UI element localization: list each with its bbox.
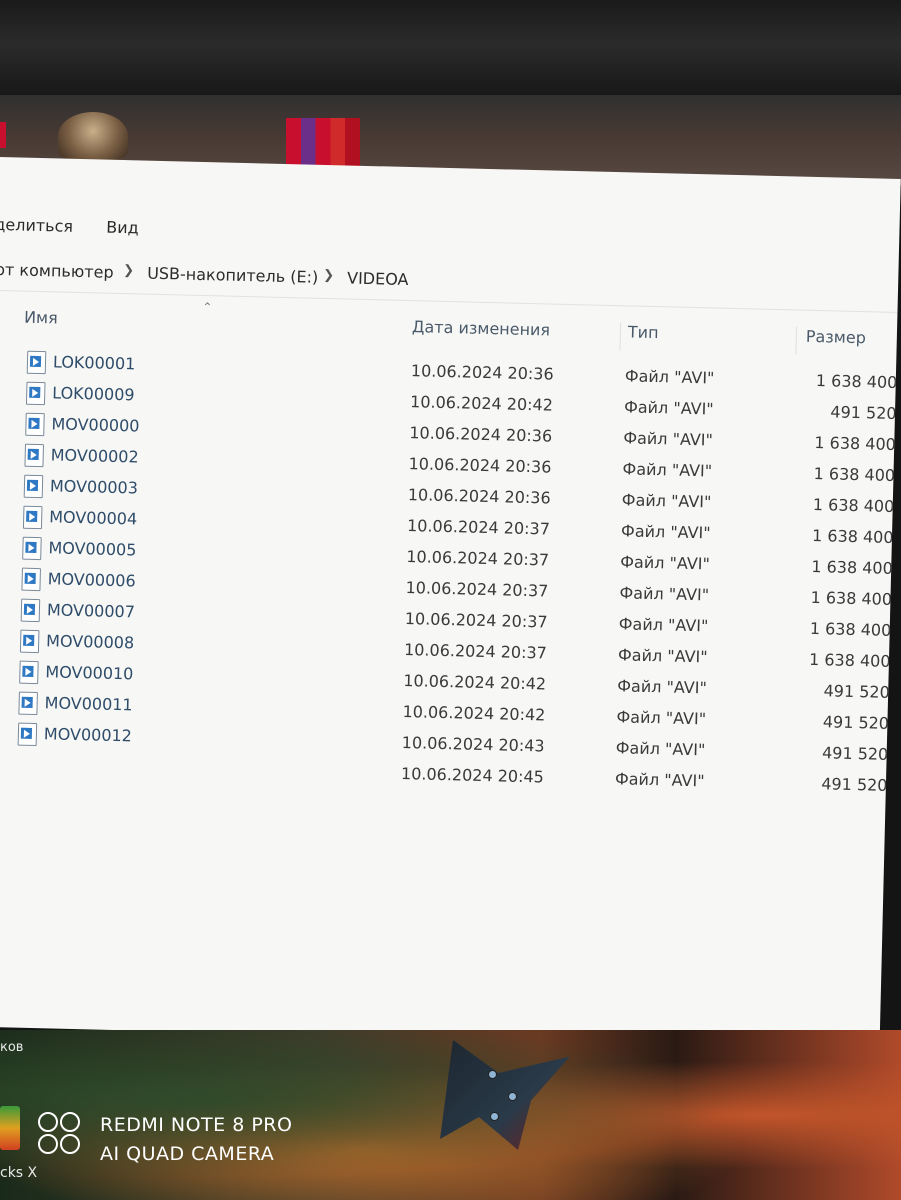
file-type: Файл "AVI" — [623, 397, 714, 419]
chevron-right-icon[interactable]: ❯ — [123, 263, 134, 278]
file-size: 1 638 400 КБ — [813, 463, 900, 486]
file-type: Файл "AVI" — [622, 459, 713, 481]
address-bar[interactable]: от компьютер ❯ USB-накопитель (E:) ❯ VID… — [0, 260, 899, 313]
column-header-date[interactable]: Дата изменения — [412, 317, 551, 339]
file-type: Файл "AVI" — [618, 614, 709, 636]
file-date: 10.06.2024 20:43 — [401, 732, 545, 756]
file-type: Файл "AVI" — [617, 645, 708, 667]
file-size: 491 520 КБ — [821, 774, 901, 796]
file-name: MOV00010 — [45, 662, 134, 684]
avi-video-file-icon — [25, 412, 45, 437]
file-name: MOV00006 — [47, 569, 136, 591]
file-type: Файл "AVI" — [624, 366, 715, 388]
desktop-label: ков — [0, 1040, 24, 1055]
avi-video-file-icon — [18, 691, 38, 716]
file-size: 1 638 400 КБ — [811, 556, 901, 579]
avi-video-file-icon — [24, 443, 44, 468]
column-divider[interactable] — [619, 322, 622, 351]
file-type: Файл "AVI" — [621, 490, 712, 512]
file-size: 1 638 400 КБ — [808, 649, 901, 672]
column-header-size[interactable]: Размер — [806, 327, 866, 347]
avi-video-file-icon — [20, 598, 41, 623]
file-size: 491 520 КБ — [821, 743, 901, 765]
avi-video-file-icon — [17, 722, 38, 747]
file-date: 10.06.2024 20:45 — [400, 763, 545, 787]
monitor-bezel — [0, 0, 901, 110]
watermark-model: REDMI NOTE 8 PRO — [100, 1114, 293, 1136]
file-date: 10.06.2024 20:42 — [409, 392, 554, 415]
file-type: Файл "AVI" — [619, 583, 710, 605]
app-shortcut-label[interactable]: cks X — [0, 1165, 37, 1181]
file-date: 10.06.2024 20:37 — [403, 640, 548, 663]
wall-emblem — [58, 112, 128, 160]
flag-decoration — [286, 118, 360, 170]
avi-video-file-icon — [22, 505, 43, 530]
file-size: 491 520 КБ — [823, 681, 901, 703]
watermark-camera: AI QUAD CAMERA — [100, 1143, 275, 1165]
avi-video-file-icon — [26, 350, 47, 375]
file-type: Файл "AVI" — [620, 521, 711, 543]
file-date: 10.06.2024 20:37 — [406, 516, 551, 539]
file-explorer-window: делиться Вид от компьютер ❯ USB-накопите… — [0, 157, 901, 1049]
file-type: Файл "AVI" — [616, 707, 707, 729]
file-name: MOV00011 — [44, 693, 133, 715]
file-size: 491 520 КБ — [822, 712, 901, 734]
breadcrumb-computer[interactable]: от компьютер — [0, 260, 114, 282]
file-type: Файл "AVI" — [623, 428, 714, 450]
avi-video-file-icon — [19, 660, 39, 685]
file-date: 10.06.2024 20:42 — [402, 702, 546, 725]
file-date: 10.06.2024 20:36 — [410, 361, 554, 384]
column-header-type[interactable]: Тип — [628, 322, 659, 342]
file-type: Файл "AVI" — [614, 769, 705, 791]
breadcrumb-drive[interactable]: USB-накопитель (E:) — [147, 264, 319, 287]
file-name: LOK00009 — [52, 383, 135, 405]
file-size: 1 638 400 КБ — [812, 494, 901, 517]
file-name: MOV00007 — [46, 600, 136, 622]
avi-video-file-icon — [19, 629, 40, 654]
file-name: MOV00002 — [50, 445, 139, 467]
red-object — [0, 122, 6, 148]
column-divider[interactable] — [795, 326, 798, 355]
file-name: MOV00012 — [43, 724, 133, 746]
avi-video-file-icon — [22, 536, 42, 561]
breadcrumb-folder[interactable]: VIDEOA — [347, 269, 409, 289]
file-size: 1 638 400 КБ — [810, 587, 901, 610]
file-date: 10.06.2024 20:36 — [407, 485, 551, 508]
tab-share[interactable]: делиться — [0, 215, 73, 236]
file-type: Файл "AVI" — [617, 676, 708, 698]
file-date: 10.06.2024 20:36 — [409, 423, 553, 446]
file-list: LOK00001 10.06.2024 20:36 Файл "AVI" 1 638 … — [0, 347, 901, 803]
wallpaper-detail — [508, 1092, 517, 1101]
avi-video-file-icon — [25, 381, 46, 406]
avi-video-file-icon — [21, 567, 41, 592]
file-size: 1 638 400 КБ — [811, 525, 901, 548]
app-shortcut-icon[interactable] — [0, 1106, 20, 1150]
file-name: MOV00008 — [45, 631, 135, 653]
sort-up-icon: ⌃ — [202, 299, 213, 315]
file-size: 491 520 КБ — [830, 402, 901, 423]
column-header-name[interactable]: Имя — [24, 308, 58, 328]
file-name: MOV00000 — [51, 414, 140, 436]
file-type: Файл "AVI" — [615, 738, 706, 760]
file-date: 10.06.2024 20:37 — [406, 547, 550, 570]
file-date: 10.06.2024 20:37 — [405, 578, 549, 601]
tab-view[interactable]: Вид — [106, 218, 139, 238]
camera-logo-icon — [38, 1112, 86, 1158]
avi-video-file-icon — [23, 474, 44, 499]
wallpaper-detail — [490, 1112, 499, 1121]
file-name: MOV00005 — [48, 538, 137, 560]
chevron-right-icon[interactable]: ❯ — [323, 268, 334, 283]
file-name: LOK00001 — [52, 352, 136, 374]
wallpaper-detail — [488, 1070, 497, 1079]
file-date: 10.06.2024 20:42 — [403, 671, 547, 694]
file-size: 1 638 400 КБ — [815, 371, 901, 393]
file-name: MOV00004 — [48, 507, 138, 529]
file-size: 1 638 400 КБ — [814, 432, 901, 455]
file-date: 10.06.2024 20:37 — [404, 609, 548, 632]
file-size: 1 638 400 КБ — [809, 618, 901, 641]
file-date: 10.06.2024 20:36 — [408, 454, 552, 477]
file-type: Файл "AVI" — [620, 552, 711, 574]
file-name: MOV00003 — [49, 476, 139, 498]
